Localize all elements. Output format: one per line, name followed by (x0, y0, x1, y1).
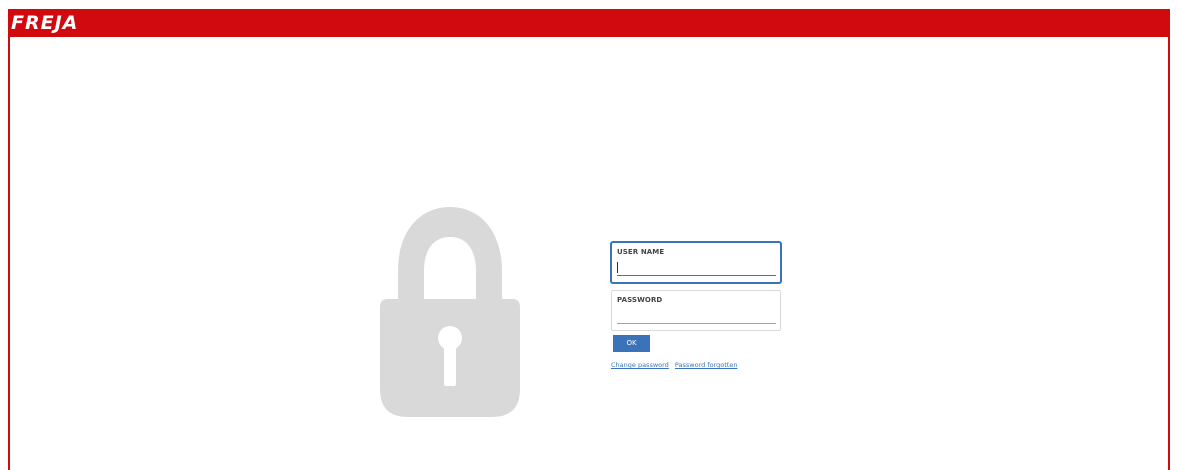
username-label: USER NAME (617, 248, 665, 256)
text-caret (617, 262, 618, 273)
username-input[interactable] (617, 260, 775, 274)
frame-border-left (8, 37, 10, 470)
password-field[interactable]: PASSWORD (611, 290, 781, 331)
login-links: Change password Password forgotten (611, 361, 741, 369)
username-underline (617, 275, 776, 276)
password-forgotten-link[interactable]: Password forgotten (675, 361, 738, 369)
padlock-icon (380, 207, 520, 417)
logo-text: FREJA (11, 12, 79, 34)
header-bar (8, 9, 1170, 37)
username-field[interactable]: USER NAME (611, 242, 781, 283)
login-form: USER NAME PASSWORD OK Change password Pa… (611, 242, 781, 369)
logo: FREJA (11, 9, 78, 37)
frame-border-right (1168, 37, 1170, 470)
change-password-link[interactable]: Change password (611, 361, 669, 369)
ok-button[interactable]: OK (613, 335, 650, 352)
password-label: PASSWORD (617, 296, 663, 304)
password-input[interactable] (617, 308, 775, 322)
page-frame: FREJA USER NAME PASSWORD OK Change passw… (0, 0, 1178, 470)
password-underline (617, 323, 776, 324)
